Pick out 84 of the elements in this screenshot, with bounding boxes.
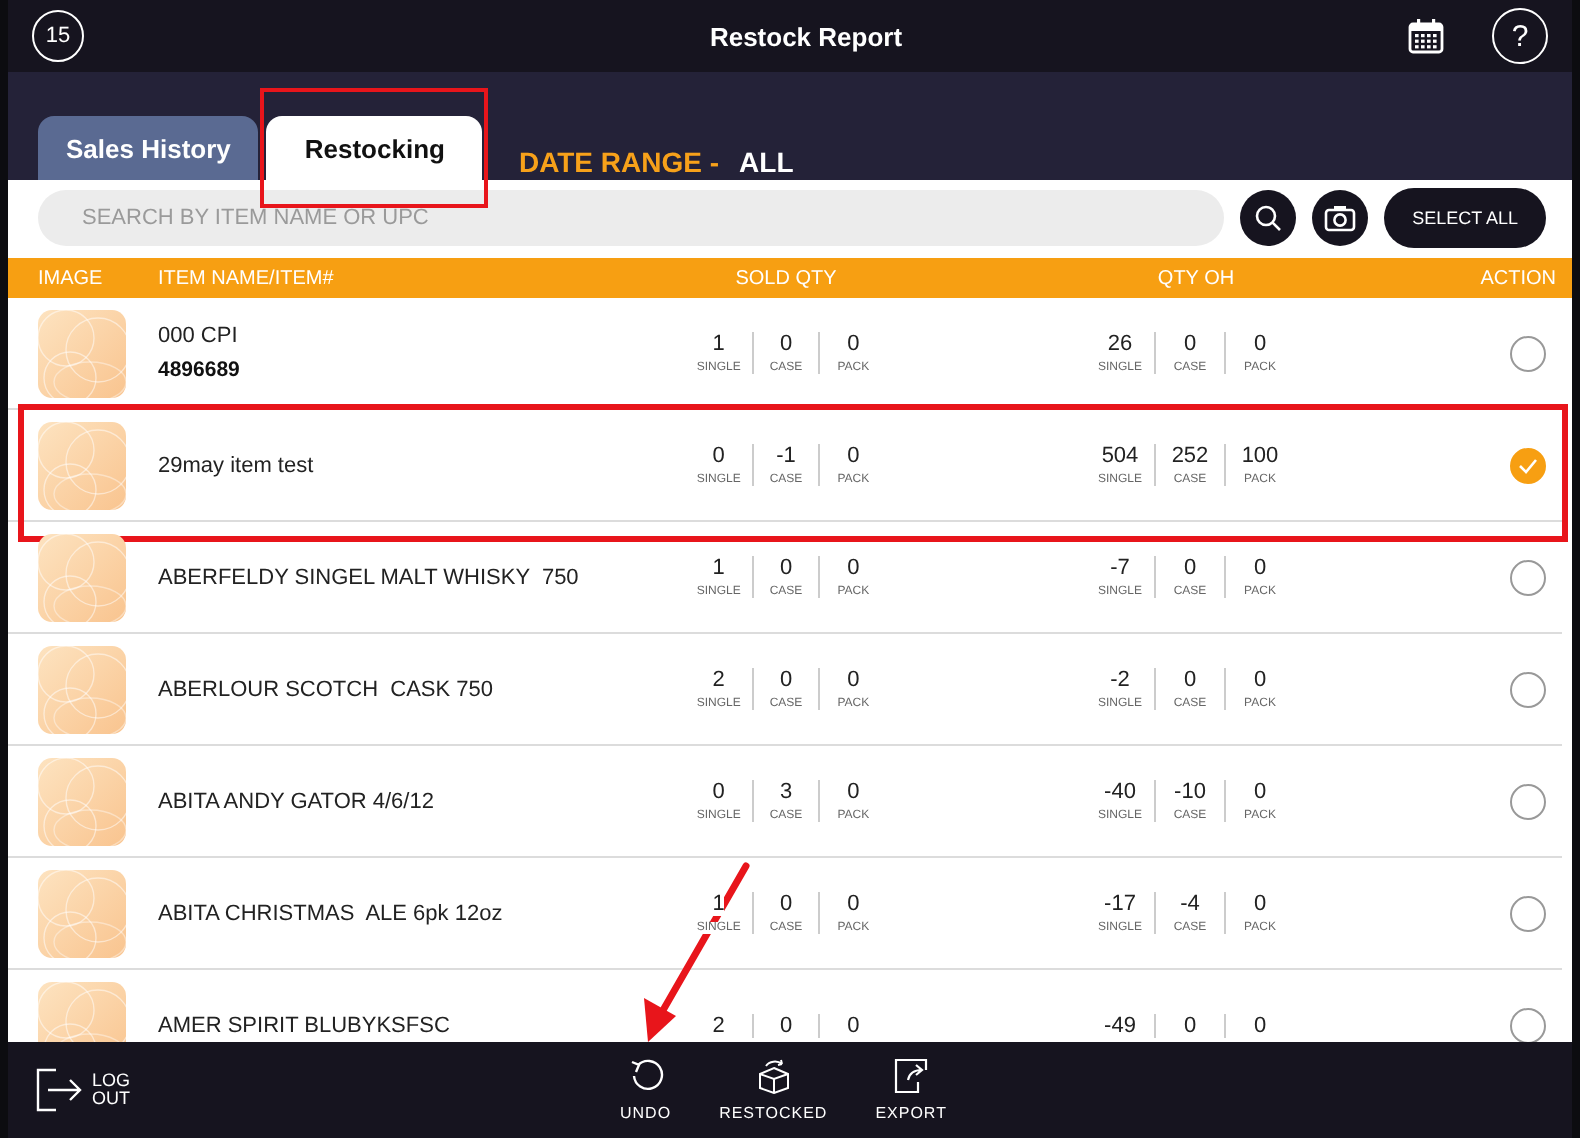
search-button[interactable]	[1240, 190, 1297, 246]
quantity-value: 0	[1183, 556, 1197, 580]
quantity-value: 0	[779, 556, 793, 580]
undo-button[interactable]: UNDO	[608, 1058, 684, 1122]
quantity-value: 0	[779, 668, 793, 692]
quantity-value: 1	[712, 892, 725, 916]
column-header: QTY OH	[1155, 267, 1237, 289]
select-radio[interactable]	[1510, 335, 1546, 371]
quantity-value: 26	[1107, 332, 1133, 356]
quantity-value: 0	[779, 892, 793, 916]
restocked-button[interactable]: RESTOCKED	[707, 1058, 840, 1122]
quantity-value: 0	[847, 556, 860, 580]
quantity-value: -49	[1104, 1013, 1136, 1037]
quantity-value: 2	[712, 1013, 725, 1037]
quantity-value: -7	[1110, 556, 1130, 580]
camera-icon	[1324, 204, 1357, 232]
quantity-value: 0	[847, 1013, 860, 1037]
item-name: ABERFELDY SINGEL MALT WHISKY 750	[158, 565, 581, 589]
date-range-label: DATE RANGE -	[518, 146, 720, 178]
quantity-value: -2	[1110, 668, 1130, 692]
quantity-value: 0	[1253, 332, 1267, 356]
quantity-value: 3	[779, 780, 793, 804]
export-icon	[893, 1058, 930, 1094]
quantity-value: 0	[712, 780, 725, 804]
item-name: ABITA ANDY GATOR 4/6/12	[158, 789, 436, 813]
item-number: 4896689	[158, 358, 242, 382]
item-name: AMER SPIRIT BLUBYKSFSC	[158, 1013, 452, 1037]
quantity-value: 504	[1101, 444, 1139, 468]
tab[interactable]: Sales History	[38, 116, 259, 180]
date-range-value: ALL	[739, 146, 794, 178]
select-radio[interactable]	[1510, 447, 1546, 483]
quantity-value: 1	[712, 556, 725, 580]
select-radio[interactable]	[1510, 895, 1546, 931]
export-button[interactable]: EXPORT	[863, 1058, 959, 1122]
quantity-value: 0	[1253, 668, 1267, 692]
quantity-value: 0	[847, 668, 860, 692]
quantity-value: 0	[847, 444, 860, 468]
calendar-icon[interactable]	[1408, 18, 1444, 54]
calendar-button[interactable]: 15	[32, 10, 84, 62]
column-header: ITEM NAME/ITEM#	[158, 267, 336, 289]
quantity-value: 0	[779, 332, 793, 356]
column-header: ACTION	[1480, 267, 1556, 289]
quantity-value: 100	[1241, 444, 1279, 468]
help-button[interactable]: ?	[1492, 8, 1548, 64]
quantity-value: 0	[1253, 1013, 1267, 1037]
box-icon	[755, 1058, 792, 1094]
quantity-value: 0	[1253, 892, 1267, 916]
quantity-value: 1	[712, 332, 725, 356]
quantity-value: 0	[847, 780, 860, 804]
quantity-value: -1	[776, 444, 796, 468]
quantity-value: -40	[1104, 780, 1136, 804]
select-all-button[interactable]: SELECT ALL	[1384, 188, 1546, 248]
camera-button[interactable]	[1312, 190, 1369, 246]
quantity-value: 0	[712, 444, 725, 468]
quantity-value: 0	[847, 332, 860, 356]
quantity-value: 0	[1253, 556, 1267, 580]
select-radio[interactable]	[1510, 671, 1546, 707]
quantity-value: 0	[1183, 668, 1197, 692]
logout-button[interactable]: LOG OUT	[36, 1068, 131, 1112]
item-name: 000 CPI	[158, 324, 240, 348]
quantity-value: 0	[779, 1013, 793, 1037]
check-icon	[1518, 457, 1538, 473]
quantity-value: 252	[1171, 444, 1209, 468]
tab[interactable]: Restocking	[266, 116, 483, 180]
select-radio[interactable]	[1510, 559, 1546, 595]
quantity-value: 0	[1183, 1013, 1197, 1037]
item-name: ABERLOUR SCOTCH CASK 750	[158, 677, 495, 701]
select-radio[interactable]	[1510, 783, 1546, 819]
exit-icon	[36, 1068, 84, 1112]
item-name: 29may item test	[158, 453, 316, 477]
window-title: Restock Report	[707, 21, 905, 51]
quantity-value: 2	[712, 668, 725, 692]
quantity-value: 0	[1183, 332, 1197, 356]
search-icon	[1254, 204, 1283, 232]
quantity-value: 0	[1253, 780, 1267, 804]
undo-icon	[627, 1058, 664, 1094]
quantity-value: -4	[1180, 892, 1200, 916]
quantity-value: 0	[847, 892, 860, 916]
search-field[interactable]: SEARCH BY ITEM NAME OR UPC	[38, 190, 1225, 246]
column-header: SOLD QTY	[733, 267, 839, 289]
quantity-value: -10	[1174, 780, 1206, 804]
column-header: IMAGE	[38, 267, 105, 289]
quantity-value: -17	[1104, 892, 1136, 916]
item-name: ABITA CHRISTMAS ALE 6pk 12oz	[158, 901, 505, 925]
